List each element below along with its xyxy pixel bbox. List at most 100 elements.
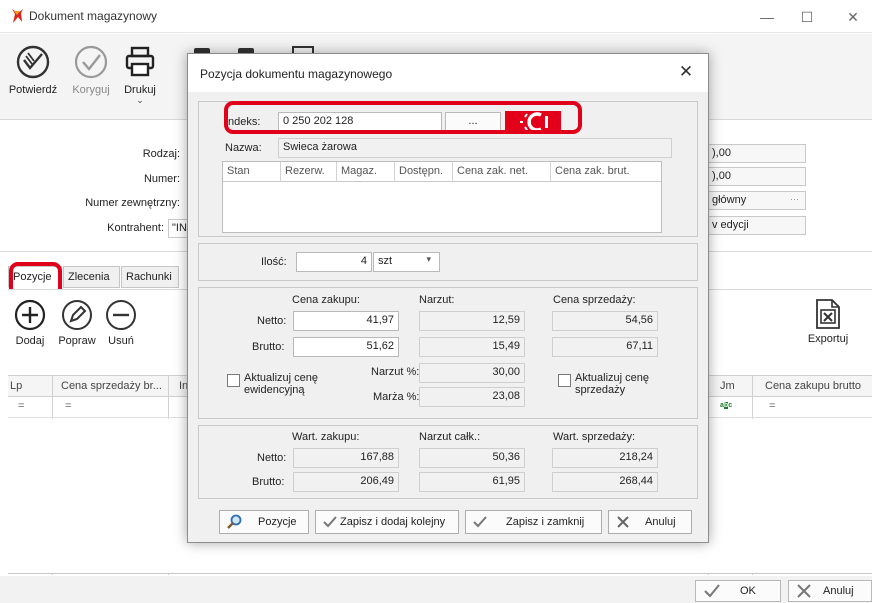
check-icon: [323, 516, 337, 528]
col-stan[interactable]: Stan: [223, 162, 281, 182]
narzut-calk-brutto-field: 61,95: [419, 472, 525, 492]
aktualizuj-sprzedazy-checkbox[interactable]: [558, 374, 571, 387]
narzut-calk-netto-field: 50,36: [419, 448, 525, 468]
magazyn-dots[interactable]: ···: [790, 194, 799, 204]
maximize-button[interactable]: ☐: [792, 6, 822, 28]
wart-zakupu-header: Wart. zakupu:: [292, 431, 360, 443]
anuluj-button[interactable]: Anuluj: [608, 510, 692, 534]
x-icon: [797, 584, 811, 598]
netto-label: Netto:: [257, 452, 287, 464]
edit-label: Popraw: [58, 335, 96, 347]
narzut-calk-header: Narzut całk.:: [419, 431, 481, 443]
narzut-header: Narzut:: [419, 294, 455, 306]
nazwa-field: Swieca żarowa: [278, 138, 672, 158]
values-panel: Wart. zakupu: Narzut całk.: Wart. sprzed…: [198, 425, 698, 499]
print-button[interactable]: Drukuj ⌄: [118, 44, 162, 105]
dialog-titlebar: Pozycja dokumentu magazynowego ✕: [188, 54, 708, 92]
pozycje-label: Pozycje: [258, 516, 297, 528]
brutto-label: Brutto:: [252, 341, 285, 353]
printer-icon: [125, 46, 155, 77]
col-cena-zakupu-brutto[interactable]: Cena zakupu brutto: [765, 380, 861, 392]
wart-sprzedazy-header: Wart. sprzedaży:: [553, 431, 636, 443]
pozycje-button[interactable]: Pozycje: [219, 510, 309, 534]
aktualizuj-ewidencyjna-checkbox[interactable]: [227, 374, 240, 387]
col-cena-zak-net[interactable]: Cena zak. net.: [453, 162, 551, 182]
netto-narzut-field: 12,59: [419, 311, 525, 331]
plus-circle-icon: [14, 299, 46, 331]
cancel-button[interactable]: Anuluj: [788, 580, 872, 602]
col-rezerw[interactable]: Rezerw.: [281, 162, 337, 182]
bottom-bar: OK Anuluj: [0, 576, 872, 603]
numer-zewnetrzny-label: Numer zewnętrzny:: [85, 197, 180, 209]
indeks-highlight: [224, 101, 582, 134]
ok-button[interactable]: OK: [695, 580, 781, 602]
narzut-pct-label: Narzut %:: [371, 366, 420, 378]
dialog-title: Pozycja dokumentu magazynowego: [200, 67, 393, 81]
zapisz-zamknij-label: Zapisz i zamknij: [506, 516, 585, 528]
x-icon: [617, 516, 629, 528]
ok-label: OK: [740, 585, 756, 597]
netto-cena-sprzedazy-field: 54,56: [552, 311, 658, 331]
minimize-button[interactable]: —: [752, 6, 782, 28]
numer-label: Numer:: [143, 173, 180, 185]
stock-table[interactable]: Stan Rezerw. Magaz. Dostępn. Cena zak. n…: [222, 161, 662, 233]
col-magaz[interactable]: Magaz.: [337, 162, 395, 182]
cena-sprzedazy-header: Cena sprzedaży:: [553, 294, 636, 306]
aktualizuj-sprzedazy-label[interactable]: Aktualizuj cenę sprzedaży: [575, 372, 665, 396]
nazwa-label: Nazwa:: [225, 142, 262, 154]
edit-position-button[interactable]: Popraw: [56, 298, 98, 347]
filter-cena[interactable]: =: [65, 400, 71, 412]
col-cena-sprzedazy[interactable]: Cena sprzedaży br...: [61, 380, 162, 392]
zapisz-dodaj-label: Zapisz i dodaj kolejny: [340, 516, 446, 528]
cancel-label: Anuluj: [823, 585, 854, 597]
filter-jm-icon[interactable]: abc: [720, 402, 732, 409]
close-window-button[interactable]: ✕: [838, 6, 868, 28]
col-jm[interactable]: Jm: [720, 380, 735, 392]
rodzaj-label: Rodzaj:: [142, 148, 180, 160]
brutto-narzut-field: 15,49: [419, 337, 525, 357]
magazyn-field[interactable]: główny ···: [708, 191, 806, 210]
position-dialog: Pozycja dokumentu magazynowego ✕ Indeks:…: [187, 53, 709, 543]
col-cena-zak-brut[interactable]: Cena zak. brut.: [551, 162, 659, 182]
remove-position-button[interactable]: Usuń: [104, 298, 138, 347]
confirm-button[interactable]: Potwierdź: [2, 44, 64, 96]
col-dostepn[interactable]: Dostępn.: [395, 162, 453, 182]
brutto-label: Brutto:: [252, 476, 285, 488]
unit-select[interactable]: szt ▾: [373, 252, 440, 272]
status-field: v edycji: [708, 216, 806, 235]
correct-label: Koryguj: [72, 84, 110, 96]
minus-circle-icon: [106, 300, 136, 330]
narzut-pct-field: 30,00: [419, 363, 525, 383]
correct-button[interactable]: Koryguj: [66, 44, 116, 96]
tab-zlecenia[interactable]: Zlecenia: [63, 266, 120, 288]
dialog-close-button[interactable]: ✕: [676, 62, 696, 82]
brutto-cena-zakupu-input[interactable]: 51,62: [293, 337, 399, 357]
netto-cena-zakupu-input[interactable]: 41,97: [293, 311, 399, 331]
filter-cena-zakupu[interactable]: =: [769, 400, 775, 412]
zapisz-zamknij-button[interactable]: Zapisz i zamknij: [465, 510, 602, 534]
wart-sprzedazy-brutto-field: 268,44: [552, 472, 658, 492]
search-icon: [227, 514, 242, 529]
tab-rachunki[interactable]: Rachunki: [121, 266, 179, 288]
zapisz-dodaj-button[interactable]: Zapisz i dodaj kolejny: [315, 510, 459, 534]
brutto-cena-sprzedazy-field: 67,11: [552, 337, 658, 357]
check-icon: [704, 584, 720, 598]
excel-export-icon: [816, 299, 840, 329]
wart-sprzedazy-netto-field: 218,24: [552, 448, 658, 468]
add-label: Dodaj: [15, 335, 45, 347]
export-button[interactable]: Exportuj: [802, 298, 854, 345]
filter-lp[interactable]: =: [18, 400, 24, 412]
check-icon: [473, 516, 487, 528]
aktualizuj-ewidencyjna-label[interactable]: Aktualizuj cenę ewidencyjną: [244, 372, 344, 396]
stock-table-header: Stan Rezerw. Magaz. Dostępn. Cena zak. n…: [223, 162, 661, 182]
remove-label: Usuń: [108, 335, 134, 347]
wart-zakupu-netto-field: 167,88: [293, 448, 399, 468]
col-lp[interactable]: Lp: [10, 380, 22, 392]
right-field-2: ),00: [708, 167, 806, 186]
anuluj-label: Anuluj: [645, 516, 676, 528]
ilosc-label: Ilość:: [261, 256, 287, 268]
check-circle-icon: [74, 45, 108, 79]
ilosc-input[interactable]: 4: [296, 252, 372, 272]
quantity-panel: Ilość: 4 szt ▾: [198, 243, 698, 281]
add-position-button[interactable]: Dodaj: [10, 298, 50, 347]
